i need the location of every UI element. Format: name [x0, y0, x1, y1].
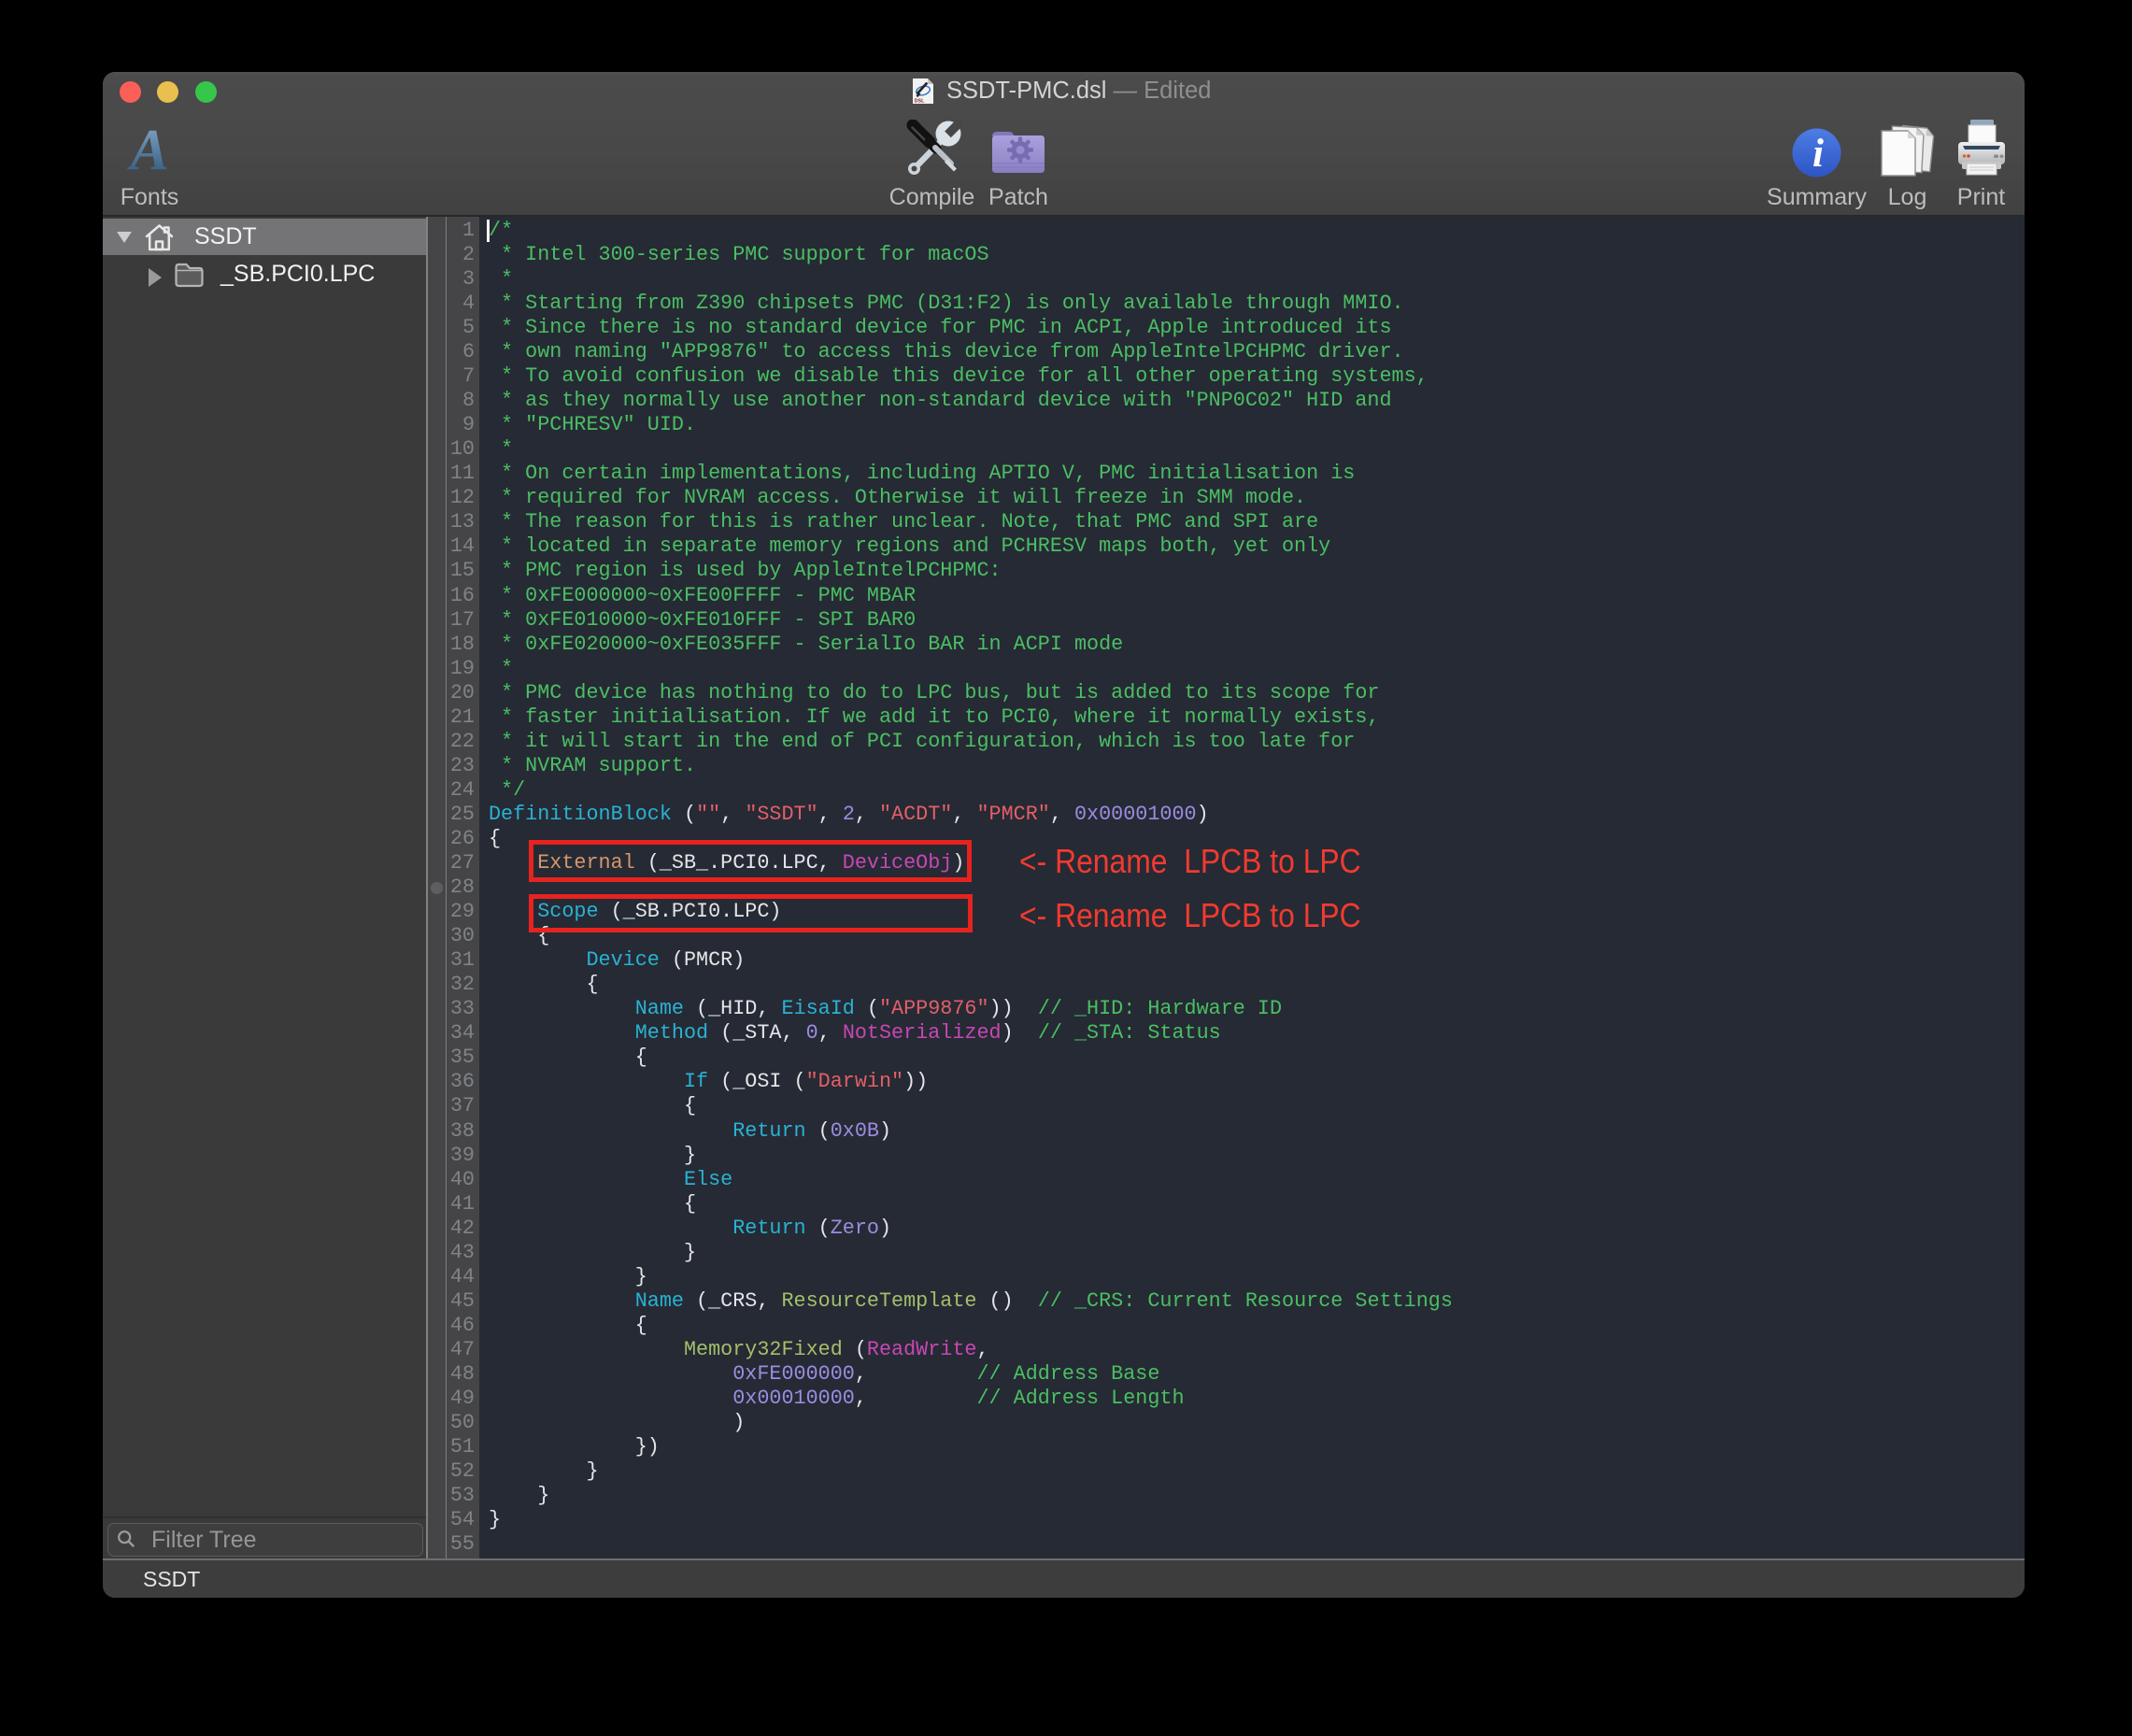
svg-text:i: i	[1812, 132, 1824, 176]
svg-text:DSL: DSL	[915, 98, 925, 104]
